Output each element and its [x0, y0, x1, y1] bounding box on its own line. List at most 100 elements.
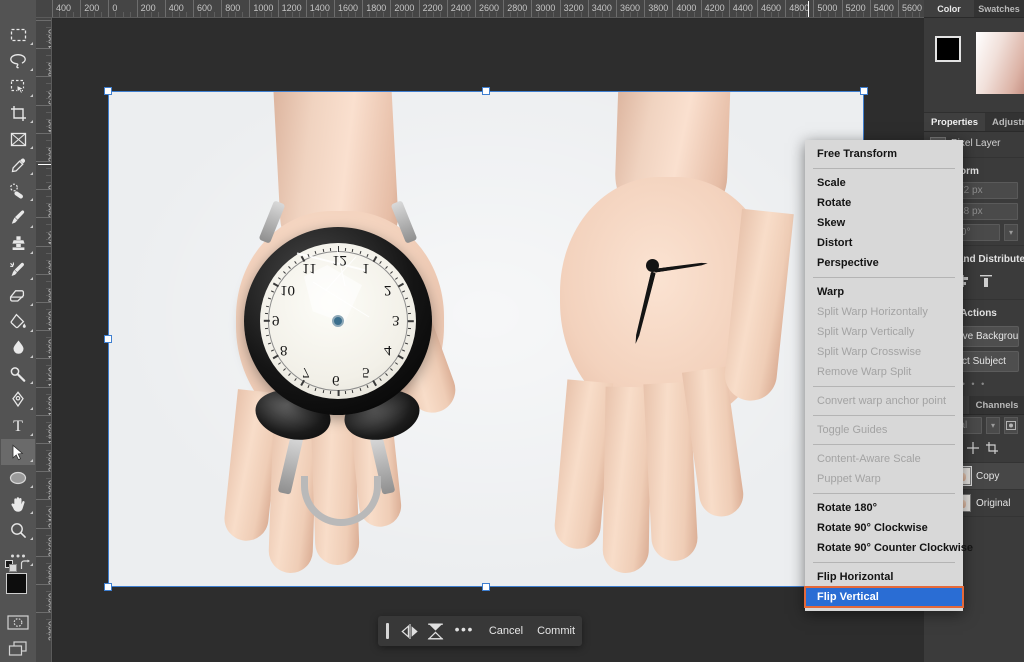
layer-name[interactable]: Original — [976, 498, 1010, 509]
ruler-minor-tick-h — [919, 12, 920, 18]
tab-adjustments[interactable]: Adjustments — [985, 113, 1024, 131]
clock-tick-mark — [330, 248, 331, 251]
paint-bucket-tool[interactable] — [1, 309, 35, 335]
menu-item-scale[interactable]: Scale — [805, 173, 963, 193]
pen-tool[interactable] — [1, 387, 35, 413]
dodge-tool[interactable] — [1, 361, 35, 387]
foreground-color-swatch[interactable] — [6, 573, 27, 594]
ruler-minor-tick-h — [130, 12, 131, 18]
quick-mask-icon[interactable] — [1, 610, 35, 636]
history-brush-tool[interactable] — [1, 257, 35, 283]
tab-properties[interactable]: Properties — [924, 113, 985, 131]
ruler-minor-tick-v — [46, 55, 52, 56]
flip-vertical-icon[interactable] — [423, 616, 449, 646]
menu-item-rotate-90-clockwise[interactable]: Rotate 90° Clockwise — [805, 518, 963, 538]
clone-stamp-tool[interactable] — [1, 231, 35, 257]
spot-healing-brush-tool[interactable] — [1, 178, 35, 204]
document-canvas[interactable]: 121234567891011 — [108, 91, 864, 587]
ruler-cursor-marker-h — [808, 1, 809, 17]
ruler-minor-tick-h — [905, 12, 906, 18]
canvas-area[interactable]: 121234567891011 — [53, 19, 924, 662]
brush-tool[interactable] — [1, 204, 35, 230]
ruler-tick-h: 800 — [221, 0, 240, 18]
ruler-minor-tick-h — [285, 12, 286, 18]
blur-tool[interactable] — [1, 335, 35, 361]
screen-mode-icon[interactable] — [1, 636, 35, 662]
commit-button[interactable]: Commit — [530, 625, 582, 637]
zoom-tool[interactable] — [1, 517, 35, 543]
vertical-ruler[interactable]: 1000800600400200020040060080010001200140… — [36, 18, 52, 662]
ruler-minor-tick-v — [46, 598, 52, 599]
ruler-minor-tick-h — [595, 12, 596, 18]
ruler-minor-tick-v — [46, 27, 52, 28]
path-selection-tool[interactable] — [1, 439, 35, 465]
color-panel[interactable] — [924, 18, 1024, 113]
menu-item-rotate-90-counter-clockwise[interactable]: Rotate 90° Counter Clockwise — [805, 538, 963, 558]
shape-tool[interactable] — [1, 465, 35, 491]
menu-item-warp[interactable]: Warp — [805, 282, 963, 302]
properties-panel-tabs[interactable]: Properties Adjustments — [924, 113, 1024, 132]
tab-channels[interactable]: Channels — [969, 396, 1024, 414]
clock-tick-mark — [379, 261, 382, 264]
ruler-minor-tick-h — [66, 12, 67, 18]
ruler-minor-tick-h — [567, 12, 568, 18]
color-swatches[interactable] — [1, 571, 35, 610]
ruler-minor-tick-v — [46, 267, 52, 268]
chevron-down-icon[interactable]: ▾ — [1004, 224, 1018, 241]
distribute-icon[interactable] — [980, 275, 992, 290]
eyedropper-tool[interactable] — [1, 152, 35, 178]
crop-tool[interactable] — [1, 100, 35, 126]
tab-color[interactable]: Color — [924, 0, 974, 17]
transform-options-bar[interactable]: ••• Cancel Commit — [378, 616, 582, 646]
type-tool[interactable]: T — [1, 413, 35, 439]
cancel-button[interactable]: Cancel — [482, 625, 530, 637]
menu-item-distort[interactable]: Distort — [805, 233, 963, 253]
transform-context-menu[interactable]: Free Transform ScaleRotateSkewDistortPers… — [805, 140, 963, 611]
flip-horizontal-icon[interactable] — [397, 616, 423, 646]
ruler-minor-tick-h — [73, 12, 74, 18]
chevron-down-icon[interactable]: ▾ — [986, 417, 1000, 434]
ruler-minor-tick-v — [46, 373, 52, 374]
clock-tick-mark — [263, 320, 269, 322]
color-gradient-picker[interactable] — [976, 32, 1024, 94]
object-selection-tool[interactable] — [1, 74, 35, 100]
frame-tool[interactable] — [1, 126, 35, 152]
ruler-tick-h: 600 — [193, 0, 212, 18]
menu-item-flip-vertical[interactable]: Flip Vertical — [805, 587, 963, 607]
clock-tick-mark — [278, 362, 281, 365]
loose-clock-hand-pivot — [646, 259, 659, 272]
options-bar-grip[interactable] — [386, 623, 389, 639]
hand-tool[interactable] — [1, 491, 35, 517]
menu-item-flip-horizontal[interactable]: Flip Horizontal — [805, 567, 963, 587]
menu-item-rotate[interactable]: Rotate — [805, 193, 963, 213]
layer-mask-icon[interactable] — [1004, 417, 1018, 434]
clock-body: 121234567891011 — [244, 227, 432, 415]
svg-text:T: T — [13, 418, 23, 434]
ruler-minor-tick-h — [665, 12, 666, 18]
ruler-minor-tick-h — [637, 12, 638, 18]
default-colors-icon[interactable] — [5, 559, 17, 570]
more-options-button[interactable]: ••• — [449, 621, 482, 641]
ruler-tick-h: 200 — [80, 0, 99, 18]
menu-item-skew[interactable]: Skew — [805, 213, 963, 233]
layer-name[interactable]: Copy — [976, 471, 999, 482]
eraser-tool[interactable] — [1, 283, 35, 309]
ruler-minor-tick-v — [46, 41, 52, 42]
ruler-minor-tick-h — [256, 12, 257, 18]
tools-panel: T — [0, 0, 36, 662]
menu-item-rotate-180[interactable]: Rotate 180° — [805, 498, 963, 518]
horizontal-ruler[interactable]: 4002000200400600800100012001400160018002… — [36, 0, 924, 18]
marquee-tool[interactable] — [1, 22, 35, 48]
menu-item-free-transform[interactable]: Free Transform — [805, 144, 963, 164]
color-panel-tabs[interactable]: Color Swatches — [924, 0, 1024, 18]
ruler-minor-tick-h — [538, 12, 539, 18]
panel-foreground-swatch[interactable] — [935, 36, 961, 62]
lasso-tool[interactable] — [1, 48, 35, 74]
clock-tick-mark — [407, 320, 413, 322]
transform-layer-icon[interactable] — [967, 442, 979, 457]
tab-swatches[interactable]: Swatches — [974, 0, 1024, 17]
menu-item-perspective[interactable]: Perspective — [805, 253, 963, 273]
ruler-minor-tick-h — [687, 12, 688, 18]
clock-tick-mark — [359, 388, 361, 391]
crop-layer-icon[interactable] — [986, 442, 998, 457]
